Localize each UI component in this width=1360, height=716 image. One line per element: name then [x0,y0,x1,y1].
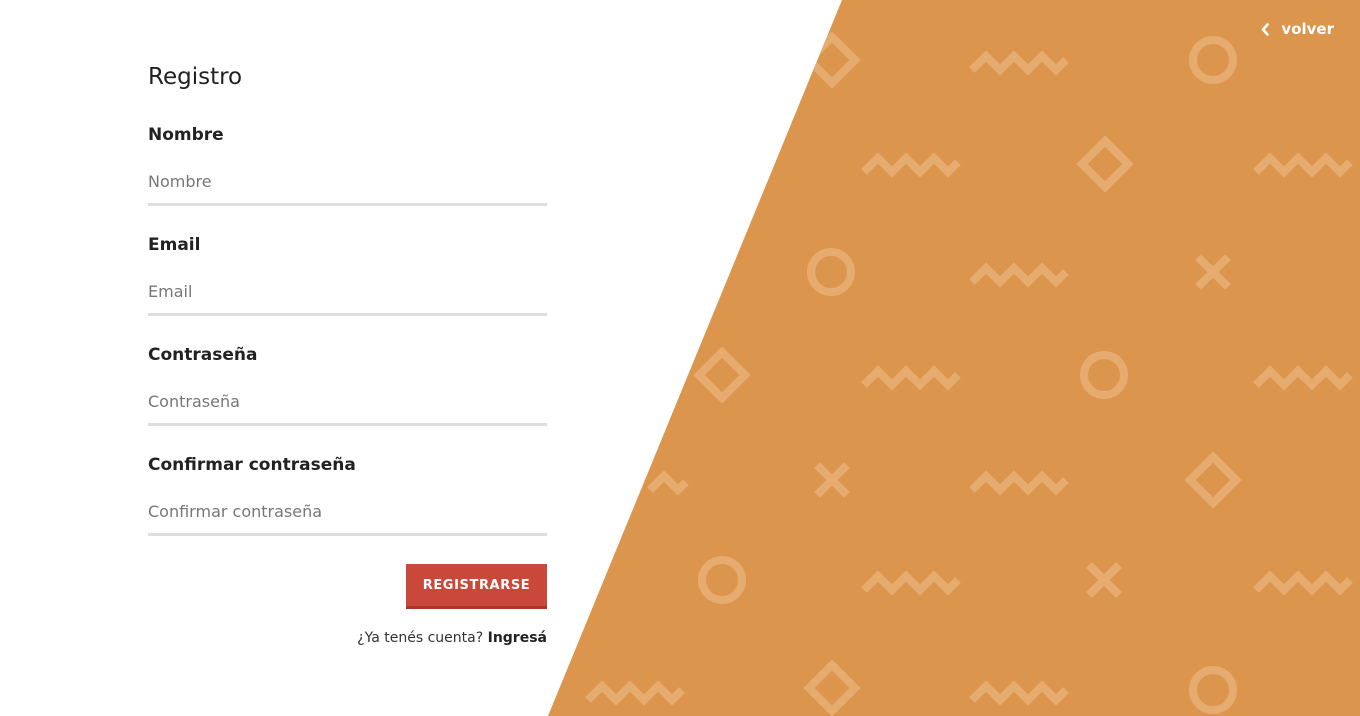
login-link[interactable]: Ingresá [488,630,547,646]
page-title: Registro [148,64,243,90]
login-prompt: ¿Ya tenés cuenta? Ingresá [357,630,547,646]
name-label: Nombre [148,125,224,145]
register-button[interactable]: REGISTRARSE [406,564,547,609]
password-label: Contraseña [148,345,258,365]
chevron-left-icon [1262,22,1270,36]
name-input[interactable] [148,160,547,206]
orange-diagonal-panel [548,0,1360,716]
back-link[interactable]: volver [1261,20,1334,38]
login-prompt-text: ¿Ya tenés cuenta? [357,630,484,646]
email-label: Email [148,235,201,255]
back-link-label: volver [1281,20,1334,38]
email-input[interactable] [148,270,547,316]
confirm-password-label: Confirmar contraseña [148,455,356,475]
confirm-password-input[interactable] [148,490,547,536]
password-input[interactable] [148,380,547,426]
